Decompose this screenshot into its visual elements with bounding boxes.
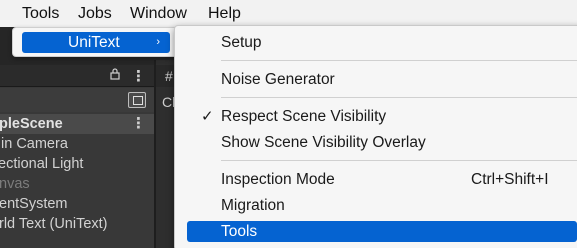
menu-window[interactable]: Window — [130, 4, 187, 24]
menu-item-noise-generator-label: Noise Generator — [221, 71, 335, 88]
menu-jobs[interactable]: Jobs — [78, 4, 112, 24]
chevron-right-icon: › — [156, 36, 160, 48]
hierarchy-item[interactable]: nvas — [0, 174, 30, 194]
menu-item-show-scene-visibility-overlay-label: Show Scene Visibility Overlay — [221, 134, 426, 151]
menu-item-unitext-label: UniText — [68, 34, 120, 51]
menu-item-respect-scene-visibility-label: Respect Scene Visibility — [221, 108, 387, 125]
menu-separator — [221, 60, 577, 61]
checkmark-icon: ✓ — [201, 108, 214, 125]
menu-item-respect-scene-visibility[interactable]: ✓ Respect Scene Visibility — [187, 106, 577, 127]
maximize-icon[interactable] — [128, 92, 146, 108]
menu-item-unitext[interactable]: UniText › — [22, 32, 170, 53]
tools-submenu: UniText › — [12, 27, 178, 57]
menu-item-noise-generator[interactable]: Noise Generator — [187, 69, 577, 90]
scene-name: pleScene — [0, 116, 63, 132]
hierarchy-item[interactable]: rld Text (UniText) — [0, 214, 108, 234]
unitext-dropdown: Setup Noise Generator ✓ Respect Scene Vi… — [174, 25, 577, 248]
menu-item-setup[interactable]: Setup — [187, 32, 577, 53]
menu-item-tools[interactable]: Tools — [187, 221, 577, 242]
hierarchy-menu-icon[interactable]: ⋮ — [131, 69, 146, 84]
scene-menu-icon[interactable]: ⋮ — [131, 116, 146, 131]
lock-icon[interactable] — [110, 68, 120, 80]
menu-separator — [221, 160, 577, 161]
menu-separator — [221, 97, 577, 98]
menu-tools[interactable]: Tools — [22, 4, 59, 24]
menu-item-tools-label: Tools — [221, 223, 258, 240]
menu-item-show-scene-visibility-overlay[interactable]: Show Scene Visibility Overlay — [187, 132, 577, 153]
menu-item-migration-label: Migration — [221, 197, 285, 214]
menu-item-setup-label: Setup — [221, 34, 262, 51]
hierarchy-item[interactable]: in Camera — [1, 134, 68, 154]
menu-item-inspection-mode-shortcut: Ctrl+Shift+I — [471, 171, 549, 188]
menu-item-migration[interactable]: Migration — [187, 195, 577, 216]
scene-tab-icon[interactable]: # — [165, 68, 173, 84]
menu-help[interactable]: Help — [208, 4, 241, 24]
menubar: Tools Jobs Window Help — [0, 0, 577, 27]
menu-item-inspection-mode-label: Inspection Mode — [221, 171, 335, 188]
hierarchy-item[interactable]: ectional Light — [0, 154, 83, 174]
menu-item-inspection-mode[interactable]: Inspection Mode Ctrl+Shift+I — [187, 169, 577, 190]
hierarchy-item[interactable]: entSystem — [0, 194, 68, 214]
